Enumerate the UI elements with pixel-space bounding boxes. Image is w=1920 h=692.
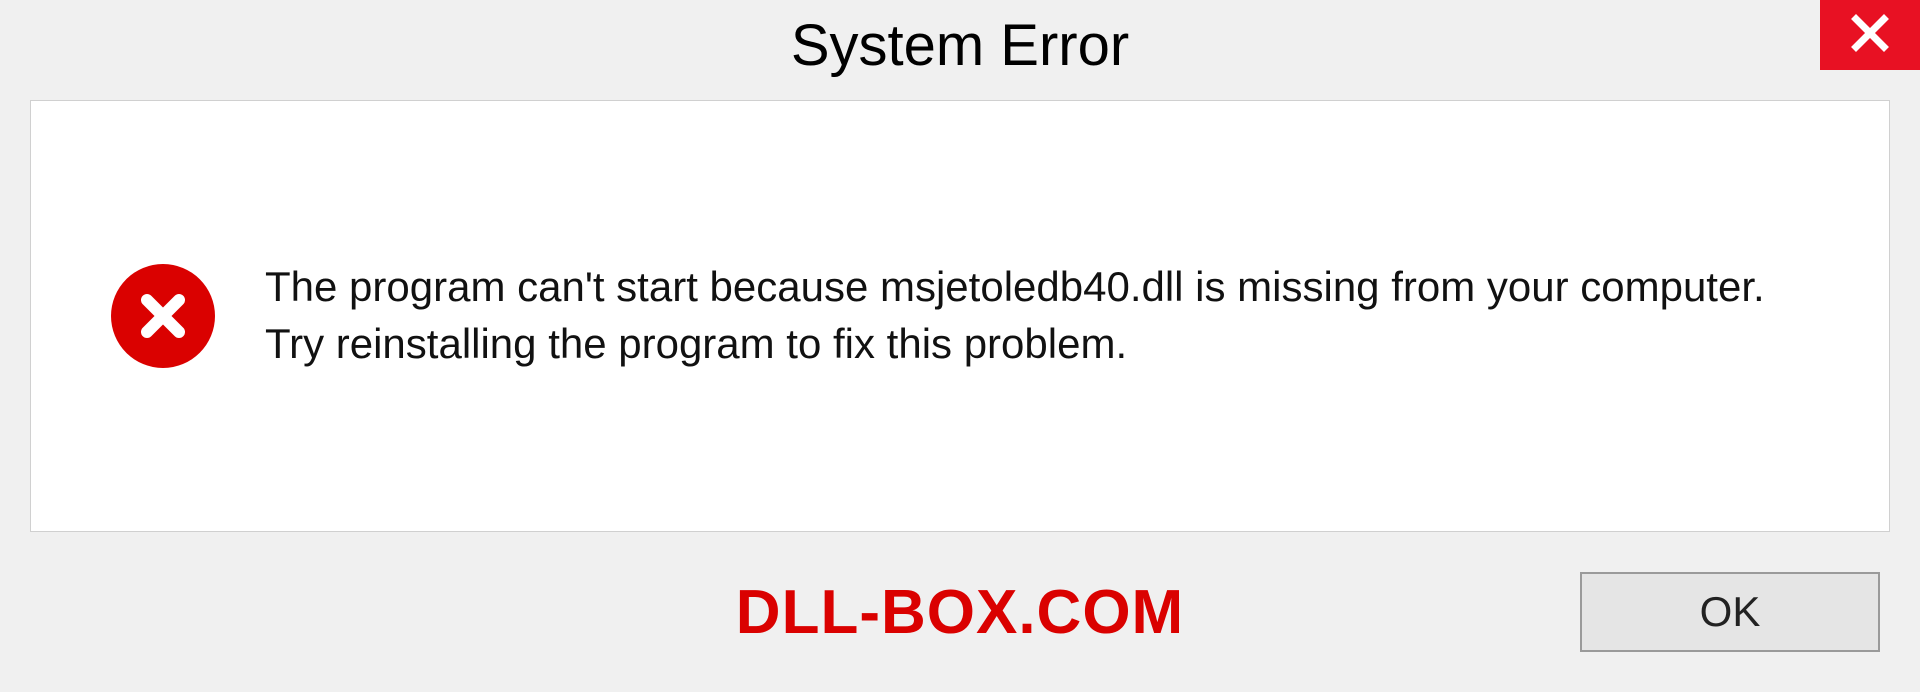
dialog-footer: DLL-BOX.COM OK bbox=[0, 532, 1920, 692]
error-icon bbox=[111, 264, 215, 368]
dialog-title: System Error bbox=[791, 12, 1129, 79]
dialog-content: The program can't start because msjetole… bbox=[30, 100, 1890, 532]
close-icon bbox=[1850, 13, 1890, 58]
ok-button-label: OK bbox=[1700, 588, 1761, 636]
watermark-text: DLL-BOX.COM bbox=[736, 577, 1184, 648]
system-error-dialog: System Error The program can't start bec… bbox=[0, 0, 1920, 692]
error-message: The program can't start because msjetole… bbox=[265, 259, 1809, 372]
ok-button[interactable]: OK bbox=[1580, 572, 1880, 652]
close-button[interactable] bbox=[1820, 0, 1920, 70]
error-icon-wrap bbox=[111, 264, 215, 368]
title-bar: System Error bbox=[0, 0, 1920, 100]
